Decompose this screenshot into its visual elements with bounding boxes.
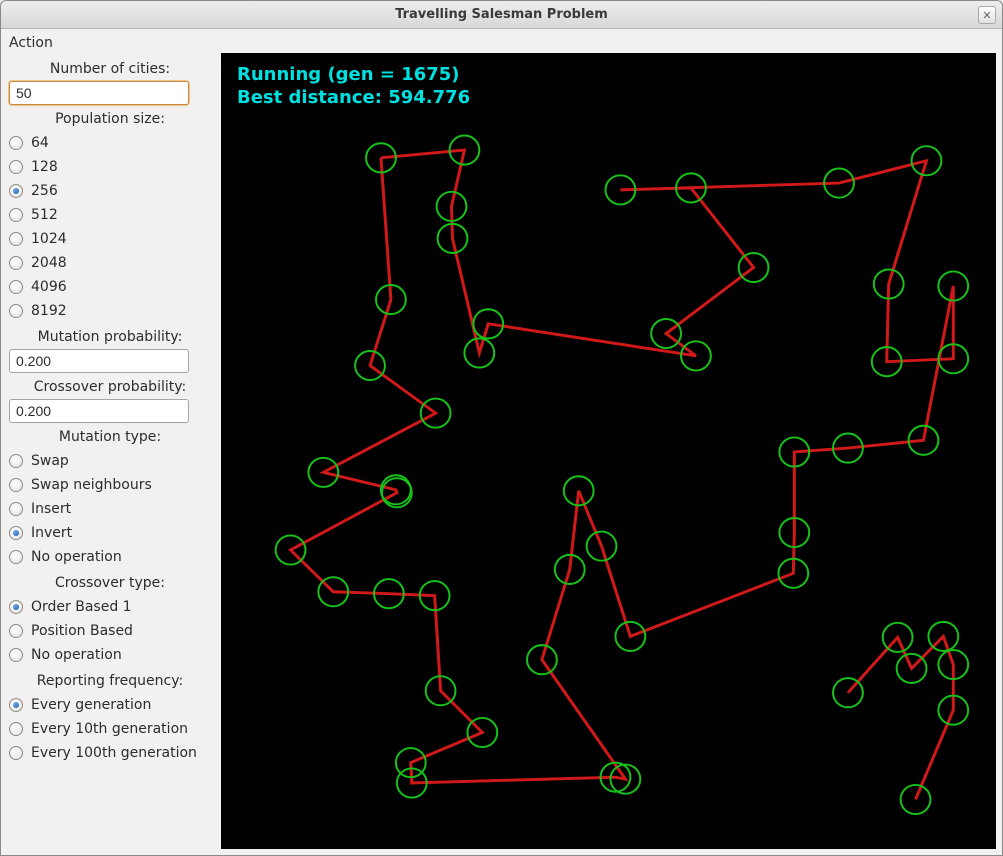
- pop-size-option[interactable]: 2048: [9, 251, 211, 275]
- reporting-option-label: Every generation: [31, 697, 151, 713]
- radio-icon: [9, 722, 23, 736]
- pop-size-option-label: 512: [31, 207, 58, 223]
- mutation-type-option-label: Invert: [31, 525, 72, 541]
- radio-icon: [9, 698, 23, 712]
- pop-size-option[interactable]: 256: [9, 179, 211, 203]
- mutation-type-option[interactable]: No operation: [9, 545, 211, 569]
- visualization-canvas: Running (gen = 1675) Best distance: 594.…: [221, 53, 996, 849]
- window-body: Action Number of cities: Population size…: [1, 29, 1002, 855]
- crossover-type-option-label: No operation: [31, 647, 122, 663]
- crossover-type-option[interactable]: No operation: [9, 643, 211, 667]
- pop-size-option[interactable]: 4096: [9, 275, 211, 299]
- crossover-type-label: Crossover type:: [9, 575, 211, 591]
- menu-action[interactable]: Action: [9, 33, 211, 55]
- reporting-option-label: Every 10th generation: [31, 721, 188, 737]
- pop-size-option-label: 2048: [31, 255, 67, 271]
- radio-icon: [9, 746, 23, 760]
- pop-size-option-label: 1024: [31, 231, 67, 247]
- radio-icon: [9, 280, 23, 294]
- radio-icon: [9, 208, 23, 222]
- radio-icon: [9, 232, 23, 246]
- window-title: Travelling Salesman Problem: [395, 7, 608, 22]
- reporting-option[interactable]: Every 100th generation: [9, 741, 211, 765]
- close-icon: ✕: [982, 9, 991, 22]
- control-panel: Action Number of cities: Population size…: [1, 29, 221, 855]
- radio-icon: [9, 624, 23, 638]
- radio-icon: [9, 184, 23, 198]
- close-button[interactable]: ✕: [978, 6, 996, 24]
- mutation-prob-label: Mutation probability:: [9, 329, 211, 345]
- mutation-type-option[interactable]: Swap: [9, 449, 211, 473]
- pop-size-option-label: 8192: [31, 303, 67, 319]
- reporting-option-label: Every 100th generation: [31, 745, 197, 761]
- crossover-type-option[interactable]: Position Based: [9, 619, 211, 643]
- mutation-type-option[interactable]: Invert: [9, 521, 211, 545]
- reporting-label: Reporting frequency:: [9, 673, 211, 689]
- radio-icon: [9, 454, 23, 468]
- pop-size-option[interactable]: 64: [9, 131, 211, 155]
- mutation-type-label: Mutation type:: [9, 429, 211, 445]
- radio-icon: [9, 478, 23, 492]
- city-node: [833, 678, 863, 707]
- num-cities-input[interactable]: [9, 81, 189, 105]
- pop-size-option-label: 256: [31, 183, 58, 199]
- mutation-type-option-label: Insert: [31, 501, 71, 517]
- titlebar: Travelling Salesman Problem ✕: [1, 1, 1002, 29]
- pop-size-option-label: 64: [31, 135, 49, 151]
- pop-size-option[interactable]: 1024: [9, 227, 211, 251]
- pop-size-option-label: 4096: [31, 279, 67, 295]
- reporting-option[interactable]: Every 10th generation: [9, 717, 211, 741]
- app-window: Travelling Salesman Problem ✕ Action Num…: [0, 0, 1003, 856]
- mutation-type-option-label: Swap: [31, 453, 69, 469]
- tour-svg: [221, 53, 996, 849]
- crossover-type-option[interactable]: Order Based 1: [9, 595, 211, 619]
- crossover-prob-input[interactable]: [9, 399, 189, 423]
- crossover-type-group: Order Based 1 Position Based No operation: [9, 595, 211, 667]
- radio-icon: [9, 526, 23, 540]
- pop-size-group: 64 128 256 512 1024 2048 4096 8192: [9, 131, 211, 323]
- radio-icon: [9, 256, 23, 270]
- crossover-type-option-label: Order Based 1: [31, 599, 132, 615]
- mutation-type-option-label: No operation: [31, 549, 122, 565]
- mutation-type-group: Swap Swap neighbours Insert Invert No operat…: [9, 449, 211, 569]
- radio-icon: [9, 550, 23, 564]
- mutation-type-option[interactable]: Swap neighbours: [9, 473, 211, 497]
- radio-icon: [9, 160, 23, 174]
- reporting-option[interactable]: Every generation: [9, 693, 211, 717]
- reporting-group: Every generation Every 10th generation Eve…: [9, 693, 211, 765]
- mutation-prob-input[interactable]: [9, 349, 189, 373]
- tour-path: [291, 150, 954, 799]
- pop-size-option[interactable]: 128: [9, 155, 211, 179]
- mutation-type-option-label: Swap neighbours: [31, 477, 152, 493]
- crossover-prob-label: Crossover probability:: [9, 379, 211, 395]
- radio-icon: [9, 136, 23, 150]
- radio-icon: [9, 502, 23, 516]
- pop-size-option-label: 128: [31, 159, 58, 175]
- mutation-type-option[interactable]: Insert: [9, 497, 211, 521]
- pop-size-option[interactable]: 8192: [9, 299, 211, 323]
- radio-icon: [9, 600, 23, 614]
- num-cities-label: Number of cities:: [9, 61, 211, 77]
- pop-size-label: Population size:: [9, 111, 211, 127]
- radio-icon: [9, 648, 23, 662]
- crossover-type-option-label: Position Based: [31, 623, 133, 639]
- pop-size-option[interactable]: 512: [9, 203, 211, 227]
- radio-icon: [9, 304, 23, 318]
- cities-layer: [276, 136, 969, 815]
